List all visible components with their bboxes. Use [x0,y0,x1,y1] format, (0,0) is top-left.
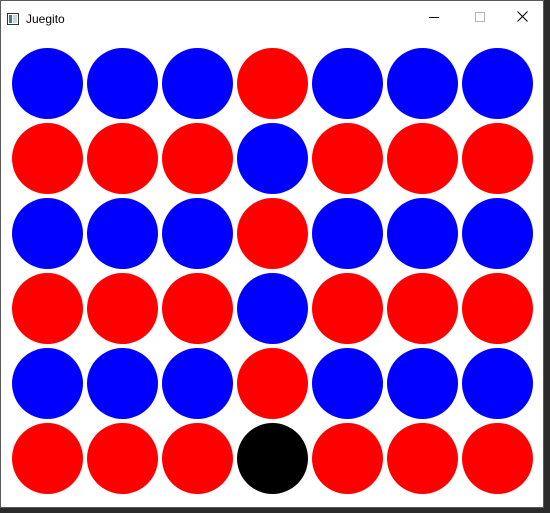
window-title: Juegito [26,12,65,26]
disc-r1-c7-blue[interactable] [462,48,533,119]
disc-r3-c7-blue[interactable] [462,198,533,269]
disc-r1-c1-blue[interactable] [12,48,83,119]
disc-r4-c7-red[interactable] [462,273,533,344]
disc-r4-c1-red[interactable] [12,273,83,344]
game-board[interactable] [12,48,534,498]
maximize-button[interactable] [457,1,503,35]
disc-r4-c5-red[interactable] [312,273,383,344]
disc-r2-c3-red[interactable] [162,123,233,194]
disc-r5-c1-blue[interactable] [12,348,83,419]
disc-r5-c3-blue[interactable] [162,348,233,419]
disc-r2-c2-red[interactable] [87,123,158,194]
disc-r5-c4-red[interactable] [237,348,308,419]
disc-r2-c4-blue[interactable] [237,123,308,194]
disc-r3-c2-blue[interactable] [87,198,158,269]
disc-r5-c2-blue[interactable] [87,348,158,419]
disc-r6-c3-red[interactable] [162,423,233,494]
disc-r2-c7-red[interactable] [462,123,533,194]
disc-r3-c1-blue[interactable] [12,198,83,269]
disc-r3-c6-blue[interactable] [387,198,458,269]
disc-r6-c5-red[interactable] [312,423,383,494]
disc-r3-c3-blue[interactable] [162,198,233,269]
disc-r5-c7-blue[interactable] [462,348,533,419]
disc-r5-c6-blue[interactable] [387,348,458,419]
disc-r2-c5-red[interactable] [312,123,383,194]
disc-r4-c2-red[interactable] [87,273,158,344]
minimize-button[interactable] [411,1,457,35]
app-window: Juegito [0,0,544,508]
disc-r4-c3-red[interactable] [162,273,233,344]
disc-r1-c2-blue[interactable] [87,48,158,119]
disc-r3-c4-red[interactable] [237,198,308,269]
disc-r2-c1-red[interactable] [12,123,83,194]
maximize-icon [475,9,485,27]
title-bar[interactable]: Juegito [1,1,543,37]
disc-r6-c1-red[interactable] [12,423,83,494]
disc-r6-c7-red[interactable] [462,423,533,494]
disc-r5-c5-blue[interactable] [312,348,383,419]
minimize-icon [429,9,439,27]
disc-r4-c4-blue[interactable] [237,273,308,344]
disc-r3-c5-blue[interactable] [312,198,383,269]
disc-r6-c2-red[interactable] [87,423,158,494]
disc-r6-c4-black[interactable] [237,423,308,494]
app-icon [7,12,19,25]
disc-r6-c6-red[interactable] [387,423,458,494]
disc-r4-c6-red[interactable] [387,273,458,344]
disc-r1-c6-blue[interactable] [387,48,458,119]
close-icon [516,9,528,27]
disc-r1-c4-red[interactable] [237,48,308,119]
close-button[interactable] [499,1,545,35]
disc-r2-c6-red[interactable] [387,123,458,194]
disc-r1-c5-blue[interactable] [312,48,383,119]
disc-r1-c3-blue[interactable] [162,48,233,119]
